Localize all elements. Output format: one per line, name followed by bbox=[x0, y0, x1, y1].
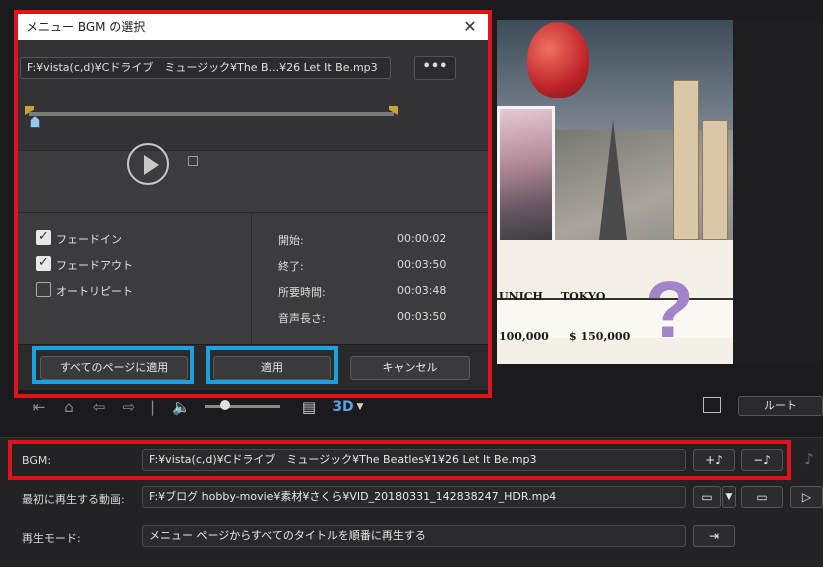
subtitle-icon[interactable]: ▤ bbox=[300, 398, 318, 416]
dialog-playback-section bbox=[18, 150, 488, 212]
divider bbox=[251, 212, 252, 344]
play-mode-field[interactable]: メニュー ページからすべてのタイトルを順番に再生する bbox=[142, 525, 686, 547]
screen-icon[interactable] bbox=[703, 397, 721, 413]
apply-all-pages-button[interactable]: すべてのページに適用 bbox=[40, 356, 188, 380]
play-mode-button[interactable]: ⇥ bbox=[693, 525, 735, 547]
tower-image-2 bbox=[702, 120, 728, 240]
chevron-down-icon[interactable]: ▼ bbox=[355, 398, 365, 416]
bgm-label: BGM: bbox=[22, 454, 52, 467]
music-settings-icon[interactable]: ♪ bbox=[800, 450, 818, 468]
separator: | bbox=[150, 398, 156, 416]
remove-music-button[interactable]: −♪ bbox=[741, 449, 783, 471]
duration-value: 00:03:48 bbox=[397, 284, 447, 297]
video-preview-button[interactable]: ▭ bbox=[741, 486, 783, 508]
trim-slider-track[interactable] bbox=[29, 112, 394, 116]
balloon-image bbox=[527, 22, 589, 98]
skip-back-icon[interactable]: ⇤ bbox=[30, 398, 48, 416]
start-label: 開始: bbox=[278, 234, 304, 247]
play-icon bbox=[144, 155, 159, 175]
play-button[interactable] bbox=[127, 143, 169, 185]
board-label: 100,000 bbox=[499, 330, 549, 343]
video-select-button[interactable]: ▭ bbox=[693, 486, 721, 508]
tower-image bbox=[673, 80, 699, 240]
question-mark-image: ? bbox=[645, 265, 694, 354]
board-label: $ 150,000 bbox=[569, 330, 631, 343]
fade-in-label: フェードイン bbox=[56, 233, 122, 246]
board-label: UNICH bbox=[499, 290, 543, 303]
top-strip bbox=[497, 0, 823, 20]
dialog-titlebar: メニュー BGM の選択 ✕ bbox=[18, 14, 488, 40]
start-value: 00:00:02 bbox=[397, 232, 447, 245]
fade-out-label: フェードアウト bbox=[56, 259, 133, 272]
preview-area: UNICH TOKYO 100,000 $ 150,000 ? bbox=[497, 20, 733, 364]
sakura-photo bbox=[497, 106, 555, 246]
bgm-path-field[interactable]: F:¥vista(c,d)¥Cドライブ ミュージック¥The B...¥26 L… bbox=[20, 57, 391, 79]
eiffel-tower-image bbox=[599, 120, 627, 240]
end-label: 終了: bbox=[278, 260, 304, 273]
apply-button[interactable]: 適用 bbox=[213, 356, 331, 380]
audio-length-value: 00:03:50 bbox=[397, 310, 447, 323]
next-icon[interactable]: ⇨ bbox=[120, 398, 138, 416]
auto-repeat-label: オートリピート bbox=[56, 285, 133, 298]
dialog-title: メニュー BGM の選択 bbox=[26, 20, 146, 34]
play-video-button[interactable]: ▷ bbox=[790, 486, 823, 508]
play-mode-label: 再生モード: bbox=[22, 532, 81, 545]
duration-label: 所要時間: bbox=[278, 286, 326, 299]
add-music-button[interactable]: +♪ bbox=[693, 449, 735, 471]
end-value: 00:03:50 bbox=[397, 258, 447, 271]
browse-button[interactable]: ••• bbox=[414, 56, 456, 80]
cancel-button[interactable]: キャンセル bbox=[350, 356, 470, 380]
fade-in-checkbox[interactable] bbox=[36, 229, 51, 245]
prev-icon[interactable]: ⇦ bbox=[90, 398, 108, 416]
route-button[interactable]: ルート bbox=[738, 396, 823, 416]
stop-button[interactable] bbox=[188, 156, 198, 166]
volume-slider-knob[interactable] bbox=[220, 400, 230, 410]
board-label: TOKYO bbox=[561, 290, 606, 303]
volume-slider[interactable] bbox=[205, 405, 280, 408]
audio-length-label: 音声長さ: bbox=[278, 312, 326, 325]
bgm-field[interactable]: F:¥vista(c,d)¥Cドライブ ミュージック¥The Beatles¥1… bbox=[142, 449, 686, 471]
right-panel bbox=[733, 20, 823, 364]
close-icon[interactable]: ✕ bbox=[460, 17, 480, 37]
chevron-down-icon[interactable]: ▼ bbox=[722, 486, 736, 508]
home-icon[interactable]: ⌂ bbox=[60, 398, 78, 416]
first-video-field[interactable]: F:¥ブログ hobby-movie¥素材¥さくら¥VID_20180331_1… bbox=[142, 486, 686, 508]
3d-icon[interactable]: 3D bbox=[330, 398, 356, 416]
fade-out-checkbox[interactable] bbox=[36, 255, 51, 271]
first-video-label: 最初に再生する動画: bbox=[22, 493, 125, 506]
volume-icon[interactable]: 🔈 bbox=[172, 398, 191, 416]
auto-repeat-checkbox[interactable] bbox=[36, 282, 51, 297]
